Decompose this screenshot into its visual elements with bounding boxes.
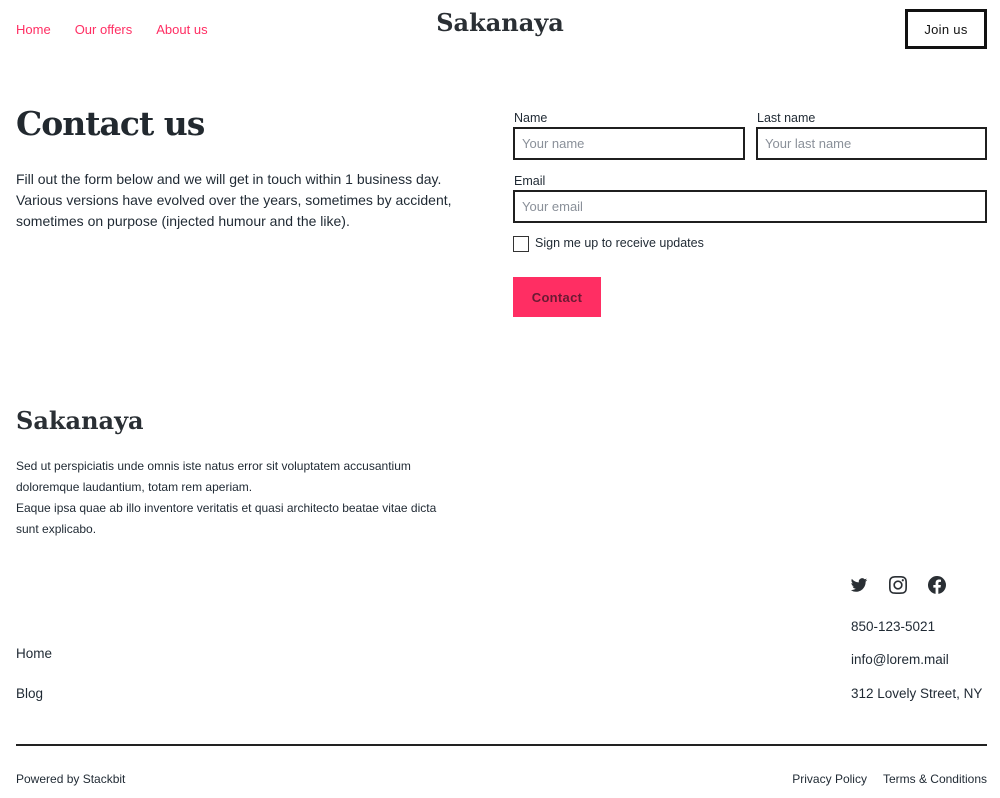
hero-description: Fill out the form below and we will get … [16, 171, 452, 229]
instagram-icon[interactable] [889, 576, 907, 594]
brand-logo[interactable]: Sakanaya [436, 8, 564, 37]
contact-submit-button[interactable]: Contact [513, 277, 601, 317]
email-label: Email [514, 174, 546, 188]
contact-address: 312 Lovely Street, NY [851, 686, 983, 701]
last-name-field[interactable] [756, 127, 987, 160]
powered-by-text[interactable]: Powered by Stackbit [16, 772, 125, 786]
main-nav: Home Our offers About us [16, 22, 208, 37]
privacy-policy-link[interactable]: Privacy Policy [792, 772, 867, 786]
name-label: Name [514, 111, 548, 125]
join-us-button[interactable]: Join us [905, 9, 987, 49]
footer-link-home[interactable]: Home [16, 646, 52, 661]
footer-text-paragraph-2: Eaque ipsa quae ab illo inventore verita… [16, 501, 437, 536]
nav-home-link[interactable]: Home [16, 22, 51, 37]
terms-conditions-link[interactable]: Terms & Conditions [883, 772, 987, 786]
footer-text-paragraph-1: Sed ut perspiciatis unde omnis iste natu… [16, 459, 411, 494]
twitter-icon[interactable] [850, 576, 868, 594]
page-title: Contact us [16, 104, 205, 143]
footer-link-blog[interactable]: Blog [16, 686, 43, 701]
updates-checkbox-label[interactable]: Sign me up to receive updates [535, 236, 704, 250]
updates-checkbox[interactable] [513, 236, 529, 252]
last-name-label: Last name [757, 111, 816, 125]
social-links [850, 576, 947, 594]
nav-our-offers-link[interactable]: Our offers [75, 22, 133, 37]
footer-brand-logo[interactable]: Sakanaya [16, 406, 144, 435]
contact-phone: 850-123-5021 [851, 619, 936, 634]
nav-about-us-link[interactable]: About us [156, 22, 207, 37]
footer-description: Sed ut perspiciatis unde omnis iste natu… [16, 456, 456, 540]
email-field[interactable] [513, 190, 987, 223]
contact-email[interactable]: info@lorem.mail [851, 652, 949, 667]
footer-divider [16, 744, 987, 746]
name-field[interactable] [513, 127, 745, 160]
facebook-icon[interactable] [928, 576, 947, 594]
legal-links: Privacy Policy Terms & Conditions [792, 772, 987, 786]
